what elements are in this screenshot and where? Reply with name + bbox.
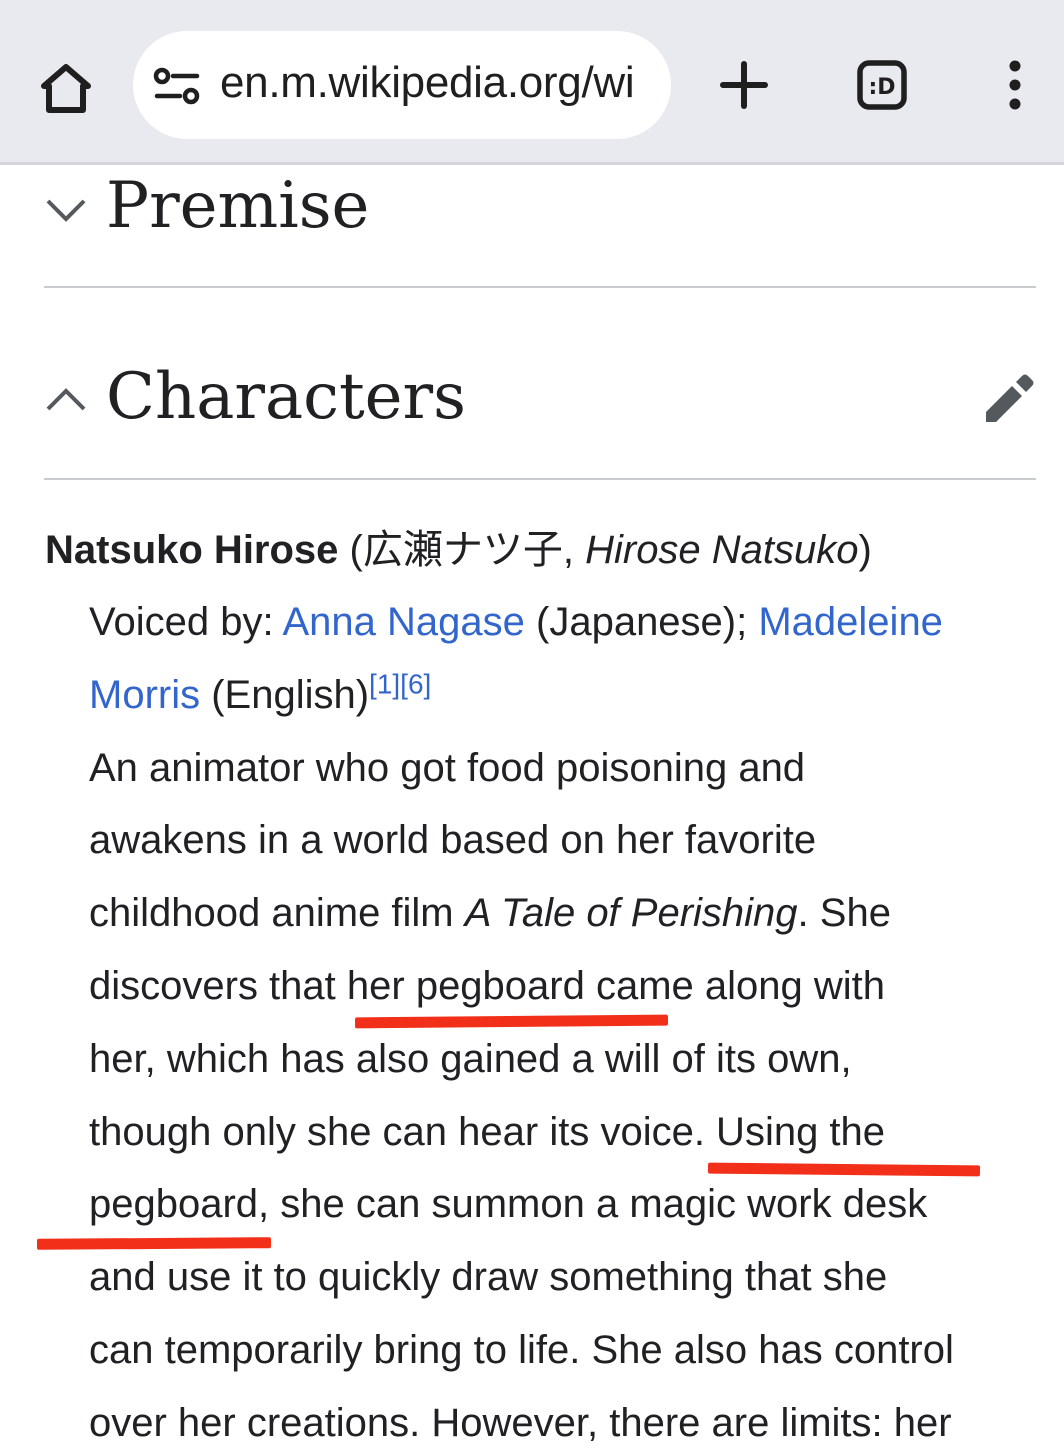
voiced-by-label: Voiced by: <box>89 600 283 644</box>
description-line: and use it to quickly draw something tha… <box>89 1255 888 1300</box>
more-menu-icon <box>1009 60 1021 110</box>
home-icon <box>41 64 91 113</box>
chevron-down-icon <box>46 199 86 222</box>
character-term: Natsuko Hirose (広瀬ナツ子, Hirose Natsuko) <box>45 522 872 578</box>
english-suffix: (English) <box>200 672 370 717</box>
tab-switcher-button[interactable]: :D <box>842 45 922 125</box>
comma: , <box>562 528 586 572</box>
text-span: . She <box>797 891 891 936</box>
paren-open: ( <box>338 528 363 572</box>
new-tab-icon <box>720 61 768 109</box>
description-line: awakens in a world based on her favorite <box>89 818 817 863</box>
japanese-suffix: (Japanese); <box>524 600 759 644</box>
description-line: can temporarily bring to life. She also … <box>89 1327 954 1372</box>
description-line: her, which has also gained a will of its… <box>89 1036 852 1081</box>
link-madeleine-morris-cont[interactable]: Morris <box>89 673 200 717</box>
chevron-up-icon <box>46 388 86 411</box>
site-settings-icon[interactable] <box>153 67 201 105</box>
new-tab-button[interactable] <box>704 45 784 125</box>
address-bar[interactable]: en.m.wikipedia.org/wi <box>133 31 671 139</box>
edit-pencil-icon[interactable] <box>980 372 1036 428</box>
section-characters[interactable]: Characters <box>44 350 1036 480</box>
underline-annotation <box>36 1237 272 1250</box>
character-name: Natsuko Hirose <box>45 528 339 572</box>
section-premise[interactable]: Premise <box>44 163 1036 288</box>
description-line: pegboard, she can summon a magic work de… <box>89 1182 928 1227</box>
voiced-by-line: Voiced by: Anna Nagase (Japanese); Madel… <box>89 586 1039 659</box>
section-title: Premise <box>106 169 370 243</box>
description-line: An animator who got food poisoning and <box>89 745 806 790</box>
text-span: childhood anime film <box>89 891 465 936</box>
voiced-by-line-2: Morris (English)[1][6] <box>89 659 1039 732</box>
romaji-name: Hirose Natsuko <box>585 528 859 572</box>
reference-links[interactable]: [1][6] <box>369 668 431 699</box>
link-madeleine-morris[interactable]: Madeleine <box>758 600 943 644</box>
description-line: childhood anime film A Tale of Perishing… <box>89 877 1039 950</box>
film-title: A Tale of Perishing <box>464 891 798 936</box>
section-title: Characters <box>106 360 466 434</box>
description-line: over her creations. However, there are l… <box>89 1400 952 1445</box>
paren-close: ) <box>858 528 872 572</box>
home-button[interactable] <box>26 48 106 128</box>
japanese-name: 広瀬ナツ子 <box>362 527 563 573</box>
browser-toolbar: en.m.wikipedia.org/wi :D <box>0 0 1064 165</box>
more-menu-button[interactable] <box>985 45 1045 125</box>
link-anna-nagase[interactable]: Anna Nagase <box>282 600 524 644</box>
description-line: discovers that her pegboard came along w… <box>89 963 886 1008</box>
url-text[interactable]: en.m.wikipedia.org/wi <box>220 58 635 108</box>
tab-switcher-label: :D <box>868 75 895 100</box>
description-line: though only she can hear its voice. Usin… <box>89 1109 886 1154</box>
tab-switcher-icon: :D <box>857 60 907 110</box>
